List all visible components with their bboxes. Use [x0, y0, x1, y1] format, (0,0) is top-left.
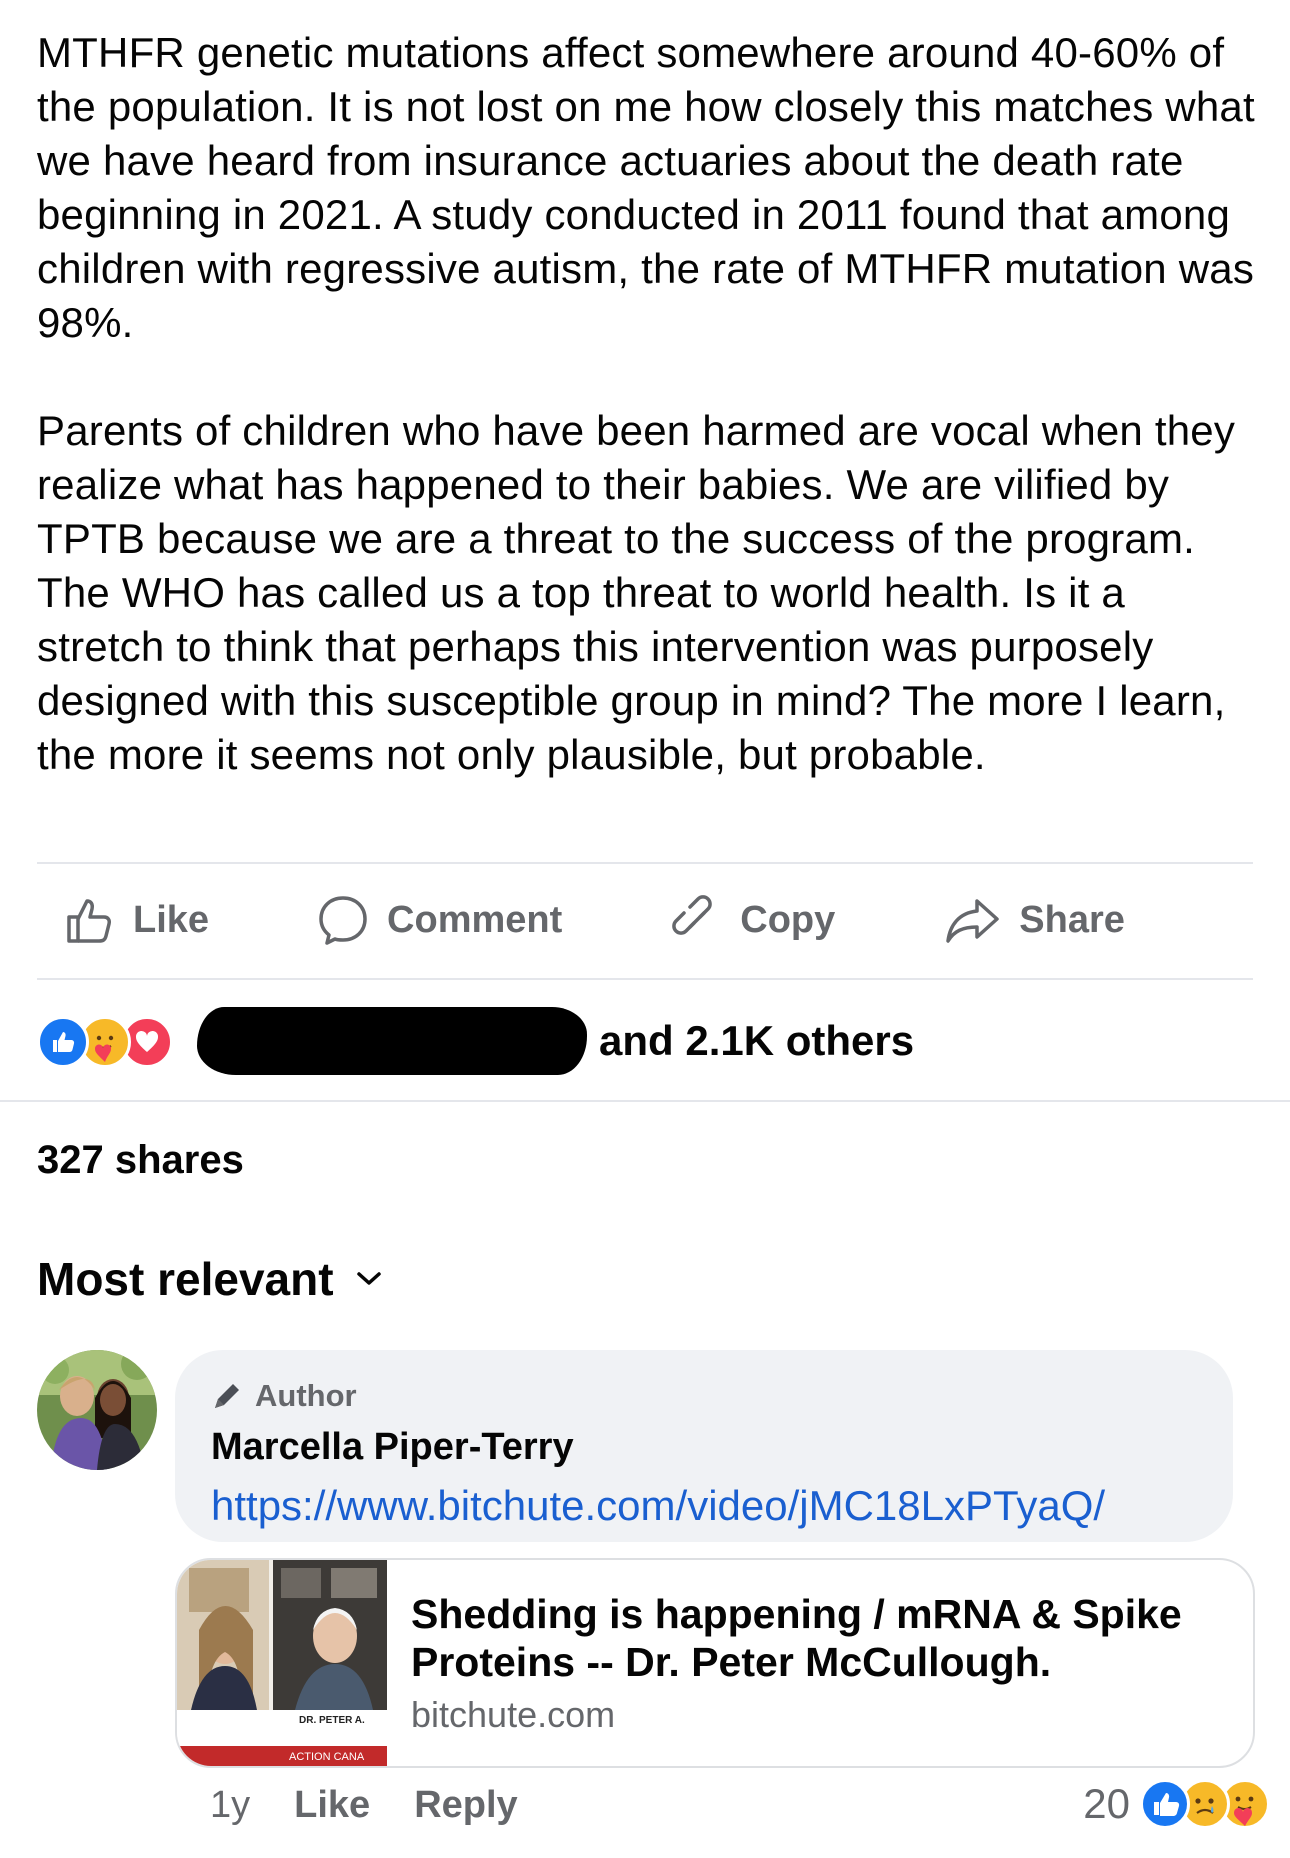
like-button[interactable]: Like [65, 895, 209, 945]
comment-timestamp[interactable]: 1y [210, 1784, 250, 1827]
shares-count[interactable]: 327 shares [37, 1138, 244, 1183]
comment-reaction-count: 20 [1083, 1780, 1130, 1827]
comment-like-button[interactable]: Like [294, 1784, 370, 1827]
comment-label: Comment [387, 898, 563, 941]
reactions-summary[interactable]: and 2.1K others [37, 1006, 1253, 1076]
author-badge: Author [211, 1378, 357, 1414]
reaction-icons [37, 1014, 183, 1068]
comment-button[interactable]: Comment [317, 894, 562, 946]
comment-reactions[interactable]: 20 [1083, 1776, 1270, 1832]
share-label: Share [1019, 898, 1125, 941]
redacted-name [197, 1007, 587, 1075]
thumbs-up-icon [67, 899, 111, 943]
post-body: MTHFR genetic mutations affect somewhere… [37, 26, 1262, 782]
comment-sort-dropdown[interactable]: Most relevant [37, 1252, 382, 1306]
like-label: Like [133, 898, 210, 941]
comment-icon [319, 896, 367, 945]
thumb-caption: DR. PETER A. [299, 1715, 365, 1726]
link-preview-card[interactable]: DR. PETER A. ACTION CANA Shedding is hap… [175, 1558, 1255, 1768]
post-paragraph: MTHFR genetic mutations affect somewhere… [37, 29, 1255, 346]
chevron-down-icon [356, 1272, 381, 1285]
author-badge-label: Author [255, 1378, 357, 1413]
reactors-count[interactable]: and 2.1K others [599, 1017, 914, 1065]
comment-link[interactable]: https://www.bitchute.com/video/jMC18LxPT… [211, 1482, 1105, 1530]
sort-label: Most relevant [37, 1253, 334, 1305]
avatar[interactable] [37, 1350, 157, 1470]
like-icon [37, 1016, 89, 1068]
link-card-title: Shedding is happening / mRNA & Spike Pro… [411, 1591, 1182, 1685]
link-icon [672, 895, 713, 935]
link-thumbnail: DR. PETER A. ACTION CANA [177, 1560, 387, 1766]
pencil-icon [215, 1384, 239, 1408]
copy-button[interactable]: Copy [672, 895, 835, 945]
comment-bubble: Author Marcella Piper-Terry https://www.… [175, 1350, 1233, 1542]
share-button[interactable]: Share [945, 895, 1125, 945]
thumb-banner: ACTION CANA [289, 1751, 365, 1763]
link-card-domain: bitchute.com [411, 1694, 616, 1735]
comment-reaction-icons [1140, 1776, 1270, 1832]
copy-label: Copy [740, 898, 836, 941]
comment-reply-button[interactable]: Reply [414, 1784, 517, 1827]
comment-meta: 1y Like Reply [210, 1780, 518, 1830]
divider [0, 1100, 1290, 1102]
comment-author-name[interactable]: Marcella Piper-Terry [211, 1426, 574, 1469]
like-icon [1140, 1779, 1190, 1829]
share-arrow-icon [946, 899, 1000, 943]
divider [37, 978, 1253, 980]
post-action-bar: Like Comment Copy Share [37, 862, 1253, 978]
post-paragraph: Parents of children who have been harmed… [37, 407, 1236, 778]
